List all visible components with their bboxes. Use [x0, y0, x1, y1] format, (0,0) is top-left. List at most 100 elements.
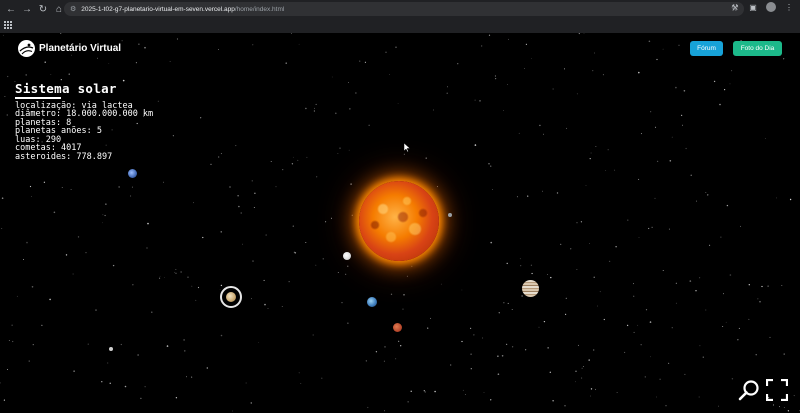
star: [519, 258, 521, 260]
fullscreen-icon[interactable]: [766, 379, 788, 401]
star: [120, 343, 122, 346]
forum-button[interactable]: Fórum: [690, 41, 723, 56]
star: [594, 388, 597, 391]
star: [656, 396, 657, 398]
planet-mercury[interactable]: [448, 213, 452, 217]
star: [347, 265, 349, 267]
star: [474, 144, 477, 146]
star: [384, 346, 386, 348]
star: [699, 277, 701, 279]
star: [61, 187, 63, 188]
planet-venus[interactable]: [343, 252, 351, 260]
star: [335, 112, 337, 115]
reload-icon[interactable]: ↻: [36, 3, 50, 17]
star: [1, 228, 3, 229]
sun[interactable]: [359, 181, 439, 261]
star: [503, 302, 505, 304]
star: [341, 302, 343, 304]
browser-actions: ⚒ ▣ ⋮: [730, 2, 794, 12]
planet-uranus[interactable]: [128, 169, 137, 178]
star: [25, 74, 28, 76]
star: [44, 61, 46, 63]
star: [681, 124, 683, 126]
star: [72, 273, 74, 275]
star: [395, 46, 397, 48]
star: [675, 302, 677, 304]
search-icon[interactable]: [738, 379, 760, 401]
star: [235, 145, 237, 147]
star: [521, 295, 523, 297]
star: [474, 99, 476, 101]
photo-of-the-day-button[interactable]: Foto do Dia: [733, 41, 782, 56]
star: [717, 405, 719, 407]
star: [359, 60, 361, 62]
star: [473, 334, 475, 336]
star: [410, 390, 412, 392]
star: [538, 326, 540, 328]
star: [590, 395, 591, 397]
star: [11, 324, 13, 326]
forward-icon[interactable]: →: [20, 3, 34, 17]
star: [776, 197, 778, 199]
star: [252, 260, 254, 262]
planet-jupiter[interactable]: [522, 280, 539, 297]
star: [709, 244, 711, 246]
star: [4, 96, 6, 97]
star: [575, 370, 577, 372]
star: [291, 163, 294, 165]
star: [690, 174, 692, 176]
star: [507, 38, 509, 40]
star: [462, 389, 464, 391]
menu-kebab-icon[interactable]: ⋮: [784, 3, 794, 12]
star: [483, 392, 485, 393]
star: [525, 349, 527, 351]
apps-grid-icon[interactable]: [4, 21, 12, 29]
star: [696, 200, 698, 202]
planet-neptune[interactable]: [109, 347, 113, 351]
star: [671, 136, 673, 138]
star: [251, 298, 252, 300]
profile-avatar[interactable]: [766, 2, 776, 12]
star: [683, 90, 686, 92]
star: [400, 345, 402, 347]
star: [507, 302, 509, 304]
back-icon[interactable]: ←: [4, 3, 18, 17]
star: [195, 299, 197, 301]
star: [582, 366, 584, 368]
sidepanel-icon[interactable]: ▣: [748, 3, 758, 12]
star: [325, 221, 327, 223]
planet-saturn[interactable]: [220, 286, 242, 308]
star: [461, 340, 463, 343]
star: [245, 382, 247, 384]
star: [365, 360, 367, 362]
star: [497, 355, 499, 357]
planet-earth[interactable]: [367, 297, 377, 307]
star: [292, 225, 294, 227]
star: [144, 46, 146, 49]
star: [282, 169, 284, 171]
star: [446, 86, 449, 88]
star: [564, 68, 565, 70]
planet-mars[interactable]: [393, 323, 402, 332]
brand-logo[interactable]: Planetário Virtual: [18, 40, 121, 57]
extensions-icon[interactable]: ⚒: [730, 3, 740, 12]
star: [637, 324, 639, 326]
star: [627, 219, 629, 221]
star: [1, 197, 4, 199]
address-bar[interactable]: ⚙ 2025-1-t02-g7-planetario-virtual-em-se…: [64, 2, 744, 16]
star: [490, 165, 492, 167]
star: [424, 391, 427, 393]
star: [726, 204, 729, 207]
star: [191, 376, 193, 378]
star: [667, 362, 670, 365]
star: [585, 185, 587, 186]
star: [589, 243, 590, 244]
site-info-icon[interactable]: ⚙: [70, 5, 76, 13]
star: [322, 258, 324, 260]
star: [97, 57, 98, 59]
star: [648, 227, 650, 230]
star: [87, 343, 89, 345]
star: [220, 284, 223, 287]
star: [531, 272, 533, 275]
star: [350, 183, 352, 185]
